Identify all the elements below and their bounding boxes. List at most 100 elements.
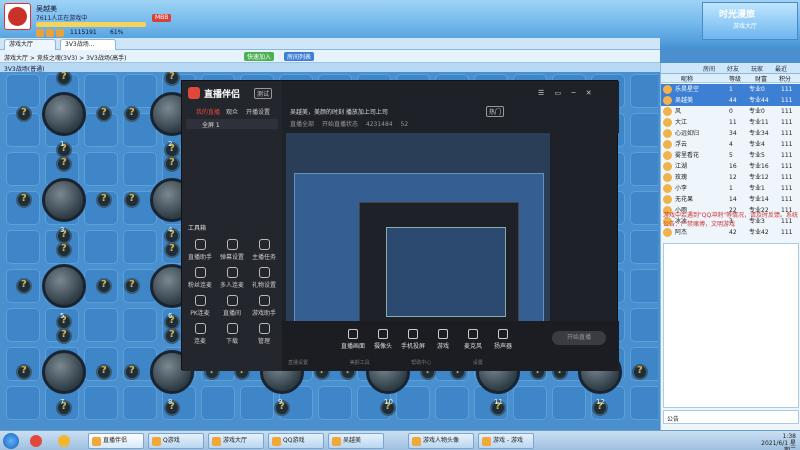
- col-score[interactable]: 积分: [779, 74, 791, 83]
- app-icon-red[interactable]: [30, 435, 42, 447]
- stream-preview[interactable]: [286, 133, 550, 323]
- game-table[interactable]: [42, 264, 86, 308]
- col-level[interactable]: 等级: [729, 74, 741, 83]
- chat-input[interactable]: 公告: [663, 410, 799, 424]
- empty-seat-icon[interactable]: [16, 106, 32, 122]
- empty-seat-icon[interactable]: [164, 242, 180, 258]
- tool-item[interactable]: 粉丝连麦: [186, 267, 214, 289]
- tool-item[interactable]: 直播助手: [186, 239, 214, 261]
- side-tab-live[interactable]: 我的直播: [196, 107, 220, 116]
- gem-icon[interactable]: [46, 29, 54, 37]
- empty-seat-icon[interactable]: [16, 278, 32, 294]
- player-avatar-icon: [663, 129, 672, 138]
- start-stream-button[interactable]: 开始直播: [552, 331, 606, 345]
- system-clock[interactable]: 1:38 2021/6/1 星期二: [756, 433, 796, 450]
- player-row[interactable]: 心远如归 34 专业34 111: [661, 128, 800, 139]
- user-avatar[interactable]: [4, 3, 31, 30]
- empty-seat-icon[interactable]: [96, 364, 112, 380]
- player-tab-recent[interactable]: 最近: [775, 64, 787, 73]
- speaker-button[interactable]: 扬声器: [490, 329, 516, 350]
- player-row[interactable]: 江湖 16 专业16 111: [661, 161, 800, 172]
- taskbar-button[interactable]: 游戏 - 游戏: [478, 433, 534, 449]
- col-name[interactable]: 昵称: [681, 74, 693, 83]
- player-tab-room[interactable]: 房间: [703, 64, 715, 73]
- tool-item[interactable]: 主播任务: [250, 239, 278, 261]
- empty-seat-icon[interactable]: [164, 328, 180, 344]
- tool-item[interactable]: 游戏助手: [250, 295, 278, 317]
- empty-seat-icon[interactable]: [96, 106, 112, 122]
- taskbar-button[interactable]: QQ游戏: [268, 433, 324, 449]
- grid-tile: [84, 152, 118, 186]
- side-tab-settings[interactable]: 开播设置: [246, 107, 270, 116]
- player-row[interactable]: 风 0 专业0 111: [661, 106, 800, 117]
- taskbar-button[interactable]: 游戏大厅: [208, 433, 264, 449]
- game-table[interactable]: [42, 350, 86, 394]
- player-row[interactable]: 无花果 14 专业14 111: [661, 194, 800, 205]
- gold-icon[interactable]: [36, 29, 44, 37]
- grid-tile: [630, 74, 658, 108]
- window-controls[interactable]: ☰ ▭ ─ ✕: [538, 89, 614, 99]
- player-row[interactable]: 吴越美 44 专业44 111: [661, 95, 800, 106]
- chat-area[interactable]: [663, 243, 799, 408]
- tool-item[interactable]: 弹幕设置: [218, 239, 246, 261]
- browser-icon[interactable]: [58, 435, 70, 447]
- mail-icon[interactable]: [56, 29, 64, 37]
- player-row[interactable]: 乐昊星空 1 专业0 111: [661, 84, 800, 95]
- taskbar-button[interactable]: Q游戏: [148, 433, 204, 449]
- microphone-button[interactable]: 麦克风: [460, 329, 486, 350]
- taskbar-button[interactable]: 吴越美: [328, 433, 384, 449]
- taskbar-button[interactable]: 直播伴侣: [88, 433, 144, 449]
- player-row[interactable]: 玫瑰 12 专业12 111: [661, 172, 800, 183]
- game-button[interactable]: 游戏: [430, 329, 456, 350]
- tool-item[interactable]: 管理: [250, 323, 278, 345]
- player-row[interactable]: 雾里看花 5 专业5 111: [661, 150, 800, 161]
- footer-4[interactable]: 设置: [473, 360, 483, 366]
- taskbar-button[interactable]: 游戏人物头像: [408, 433, 474, 449]
- tool-item[interactable]: 多人连麦: [218, 267, 246, 289]
- empty-seat-icon[interactable]: [16, 364, 32, 380]
- empty-seat-icon[interactable]: [56, 156, 72, 172]
- player-tab-players[interactable]: 玩家: [751, 64, 763, 73]
- empty-seat-icon[interactable]: [632, 364, 648, 380]
- footer-3[interactable]: 帮助中心: [411, 360, 431, 366]
- player-row[interactable]: 大江 11 专业11 111: [661, 117, 800, 128]
- tool-item[interactable]: 礼物设置: [250, 267, 278, 289]
- empty-seat-icon[interactable]: [56, 328, 72, 344]
- camera-button[interactable]: 摄像头: [370, 329, 396, 350]
- vip-badge[interactable]: MBB: [152, 14, 172, 22]
- player-tab-friends[interactable]: 好友: [727, 64, 739, 73]
- room-list-button[interactable]: 房间列表: [284, 52, 315, 61]
- tool-item[interactable]: 连麦: [186, 323, 214, 345]
- game-table[interactable]: [42, 178, 86, 222]
- empty-seat-icon[interactable]: [56, 242, 72, 258]
- footer-1[interactable]: 直播设置: [288, 360, 308, 366]
- tool-item[interactable]: PK连麦: [186, 295, 214, 317]
- tool-item[interactable]: 下载: [218, 323, 246, 345]
- phone-cast-button[interactable]: 手机投屏: [400, 329, 426, 350]
- empty-seat-icon[interactable]: [96, 278, 112, 294]
- screen-capture-button[interactable]: 直播画面: [340, 329, 366, 350]
- empty-seat-icon[interactable]: [164, 156, 180, 172]
- game-table[interactable]: [42, 92, 86, 136]
- quick-join-button[interactable]: 快速加入: [244, 52, 275, 61]
- side-tab-audience[interactable]: 观众: [226, 107, 238, 116]
- player-row[interactable]: 浮云 4 专业4 111: [661, 139, 800, 150]
- footer-2[interactable]: 美颜工具: [350, 360, 370, 366]
- empty-seat-icon[interactable]: [124, 364, 140, 380]
- start-button[interactable]: [3, 433, 19, 449]
- tab-battlefield[interactable]: 3V3战场...: [60, 39, 116, 50]
- app-promo-box[interactable]: 时光漫旅 游戏大厅: [702, 2, 798, 40]
- col-wealth[interactable]: 财富: [755, 74, 767, 83]
- empty-seat-icon[interactable]: [16, 192, 32, 208]
- stream-companion-window[interactable]: 直播伴侣 测试 我的直播 观众 开播设置 全屏 1 工具箱 直播助手 弹幕设置 主播…: [181, 80, 619, 371]
- empty-seat-icon[interactable]: [124, 278, 140, 294]
- empty-seat-icon[interactable]: [124, 192, 140, 208]
- stream-badge[interactable]: 测试: [254, 88, 273, 99]
- stream-tag[interactable]: 热门: [486, 106, 505, 117]
- empty-seat-icon[interactable]: [124, 106, 140, 122]
- tab-lobby[interactable]: 游戏大厅: [4, 39, 56, 50]
- scene-item[interactable]: 全屏 1: [186, 119, 278, 129]
- player-row[interactable]: 小李 1 专业1 111: [661, 183, 800, 194]
- tool-item[interactable]: 直播间: [218, 295, 246, 317]
- empty-seat-icon[interactable]: [96, 192, 112, 208]
